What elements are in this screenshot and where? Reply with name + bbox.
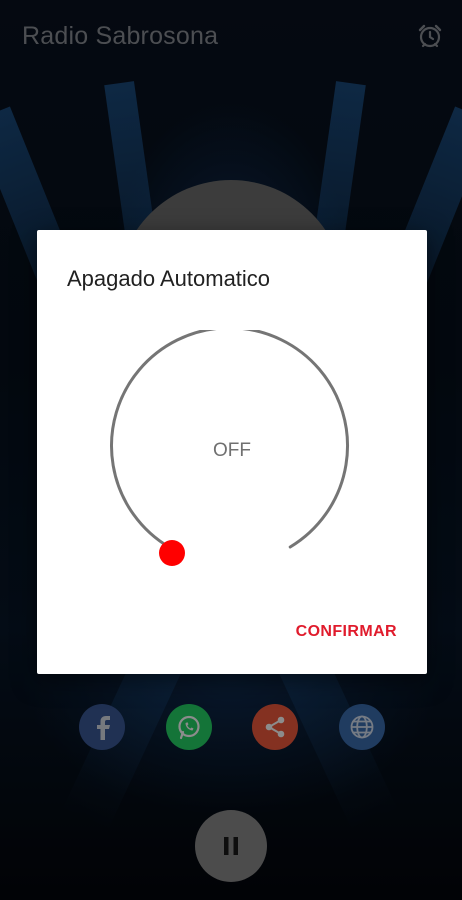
timer-value: OFF xyxy=(213,440,251,461)
confirm-button[interactable]: CONFIRMAR xyxy=(296,623,397,641)
dial-handle[interactable] xyxy=(159,540,185,566)
sleep-timer-dialog: Apagado Automatico OFF CONFIRMAR xyxy=(37,230,427,674)
dialog-title: Apagado Automatico xyxy=(67,266,271,291)
